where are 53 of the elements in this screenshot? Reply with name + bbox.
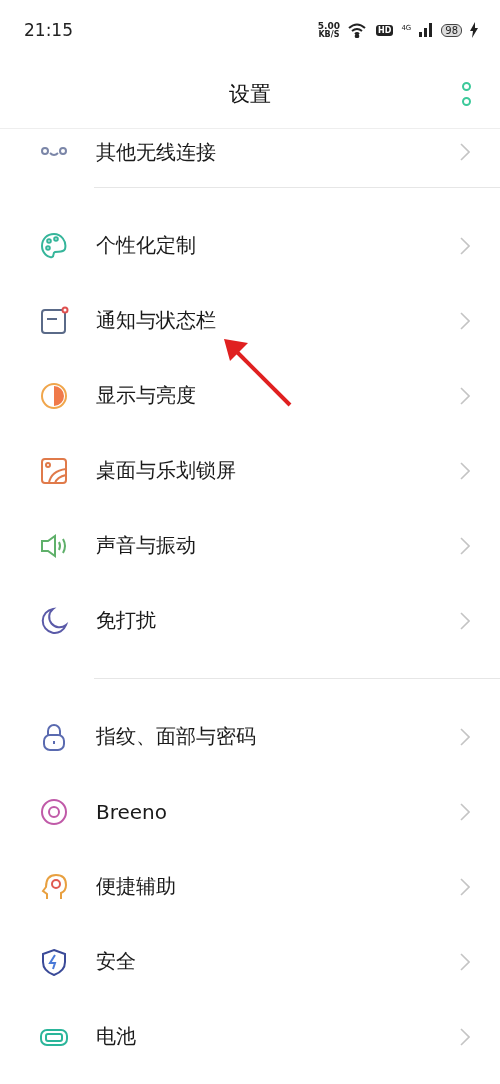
chevron-icon <box>460 802 470 821</box>
item-label: 安全 <box>96 948 137 975</box>
chevron-icon <box>460 386 470 405</box>
battery-level: 98 <box>441 23 462 37</box>
item-label: 电池 <box>96 1023 137 1050</box>
chevron-icon <box>460 952 470 971</box>
item-label: 桌面与乐划锁屏 <box>96 457 237 484</box>
chevron-icon <box>460 143 470 161</box>
settings-item[interactable]: 个性化定制 <box>0 208 500 283</box>
chevron-icon <box>460 461 470 480</box>
settings-item[interactable]: 显示与亮度 <box>0 358 500 433</box>
head-icon <box>39 871 69 902</box>
item-label: 声音与振动 <box>96 532 197 559</box>
settings-item[interactable]: 便捷辅助 <box>0 849 500 924</box>
half-circle-icon <box>39 380 69 411</box>
palette-icon <box>39 230 69 261</box>
item-label: 免打扰 <box>96 607 157 634</box>
settings-item[interactable]: Breeno <box>0 774 500 849</box>
signal-icon <box>419 23 434 37</box>
chevron-icon <box>460 877 470 896</box>
item-label: 个性化定制 <box>96 232 197 259</box>
chevron-icon <box>460 311 470 330</box>
settings-item[interactable]: 电池 <box>0 999 500 1074</box>
shield-icon <box>39 946 69 977</box>
chevron-icon <box>460 727 470 746</box>
item-label: 显示与亮度 <box>96 382 197 409</box>
chevron-icon <box>460 536 470 555</box>
item-label: 便捷辅助 <box>96 873 177 900</box>
speed-unit: KB/S <box>318 30 340 39</box>
settings-item[interactable]: 其他无线连接 <box>0 129 500 175</box>
picture-frame-icon <box>39 455 69 486</box>
item-label: Breeno <box>96 799 169 824</box>
settings-item[interactable]: 免打扰 <box>0 583 500 658</box>
network-speed: 5.00 <box>317 21 341 31</box>
settings-item[interactable]: 指纹、面部与密码 <box>0 699 500 774</box>
moon-icon <box>39 605 69 636</box>
notification-icon <box>39 305 69 336</box>
settings-item[interactable]: 通知与状态栏 <box>0 283 500 358</box>
settings-item[interactable]: 声音与振动 <box>0 508 500 583</box>
wireless-icon <box>39 146 69 158</box>
page-title: 设置 <box>229 81 271 108</box>
chevron-icon <box>460 1027 470 1046</box>
more-button[interactable] <box>460 82 472 106</box>
item-label: 通知与状态栏 <box>96 307 217 334</box>
item-label: 其他无线连接 <box>96 138 217 166</box>
chevron-icon <box>460 236 470 255</box>
settings-item[interactable]: 桌面与乐划锁屏 <box>0 433 500 508</box>
status-time: 21:15 <box>24 20 73 40</box>
hd-badge: HD <box>376 24 394 36</box>
item-label: 指纹、面部与密码 <box>96 723 257 750</box>
target-icon <box>39 796 69 827</box>
settings-item[interactable]: 安全 <box>0 924 500 999</box>
chevron-icon <box>460 611 470 630</box>
